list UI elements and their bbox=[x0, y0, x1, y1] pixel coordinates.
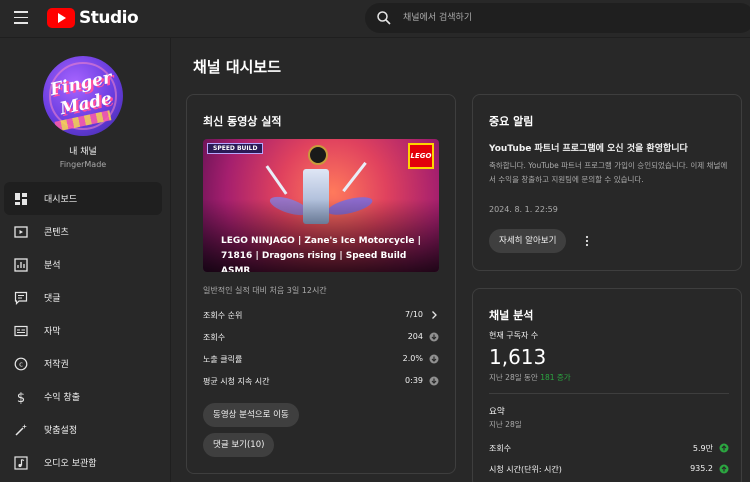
summary-row-name: 시청 시간(단위: 시간) bbox=[489, 465, 562, 474]
sidebar-item-monetization[interactable]: $ 수익 창출 bbox=[4, 380, 162, 413]
stat-name: 조회수 순위 bbox=[203, 311, 243, 320]
change-prefix: 지난 28일 동안 bbox=[489, 373, 538, 382]
stat-value: 204 bbox=[407, 332, 423, 341]
channel-label: 내 채널 bbox=[69, 147, 97, 157]
card-title: 중요 알림 bbox=[489, 115, 534, 128]
channel-name: FingerMade bbox=[59, 160, 107, 169]
notice-headline: YouTube 파트너 프로그램에 오신 것을 환영합니다 bbox=[489, 144, 688, 154]
search-bar bbox=[365, 3, 750, 33]
main-content: 채널 대시보드 최신 동영상 실적 SPEED BUILD LEGO LEGO … bbox=[171, 38, 750, 482]
sword-right bbox=[342, 161, 367, 193]
svg-text:c: c bbox=[19, 360, 23, 368]
notice-date: 2024. 8. 1. 22:59 bbox=[489, 205, 558, 214]
copyright-icon: c bbox=[14, 357, 28, 370]
stat-row[interactable]: 조회수 순위 7/10 bbox=[203, 308, 439, 324]
lego-logo: LEGO bbox=[408, 143, 434, 169]
sidebar: Finger Made 내 채널 FingerMade 대시보드 콘텐츠 분석 … bbox=[0, 38, 171, 482]
sidebar-item-dashboard[interactable]: 대시보드 bbox=[4, 182, 162, 215]
down-arrow-icon bbox=[429, 332, 439, 342]
top-bar: Studio bbox=[0, 0, 750, 38]
important-notice-card: 중요 알림 YouTube 파트너 프로그램에 오신 것을 환영합니다 축하합니… bbox=[472, 94, 742, 271]
video-title[interactable]: LEGO NINJAGO | Zane's Ice Motorcycle | 7… bbox=[221, 234, 431, 272]
logo-text: Studio bbox=[79, 8, 139, 28]
analytics-icon bbox=[14, 257, 28, 272]
ninjago-emblem bbox=[308, 145, 328, 165]
hamburger-menu-icon[interactable] bbox=[14, 11, 28, 25]
dollar-icon: $ bbox=[17, 391, 25, 404]
summary-row-name: 조회수 bbox=[489, 444, 512, 453]
speed-build-badge: SPEED BUILD bbox=[207, 143, 264, 154]
performance-note: 일반적인 실적 대비 처음 3일 12시간 bbox=[203, 286, 327, 295]
youtube-logo-icon bbox=[47, 8, 75, 28]
subscribers-change: 지난 28일 동안 181 증가 bbox=[489, 372, 571, 383]
divider bbox=[489, 393, 729, 394]
sidebar-item-label: 콘텐츠 bbox=[44, 228, 69, 238]
audio-library-icon bbox=[14, 455, 28, 470]
sidebar-item-copyright[interactable]: c 저작권 bbox=[4, 347, 162, 380]
content-icon bbox=[14, 225, 28, 238]
sidebar-item-content[interactable]: 콘텐츠 bbox=[4, 215, 162, 248]
comments-icon bbox=[14, 291, 28, 305]
subtitles-icon bbox=[14, 325, 28, 336]
summary-row-value: 935.2 bbox=[690, 464, 713, 473]
sword-left bbox=[265, 165, 288, 195]
more-vert-icon[interactable] bbox=[583, 235, 591, 247]
notice-body: 축하합니다. YouTube 파트너 프로그램 가입이 승인되었습니다. 이제 … bbox=[489, 161, 728, 184]
studio-logo[interactable]: Studio bbox=[47, 8, 139, 28]
sidebar-item-audio-library[interactable]: 오디오 보관함 bbox=[4, 446, 162, 479]
summary-row-value: 5.9만 bbox=[692, 444, 713, 453]
video-thumbnail[interactable]: SPEED BUILD LEGO LEGO NINJAGO | Zane's I… bbox=[203, 139, 439, 272]
down-arrow-icon bbox=[429, 376, 439, 386]
sidebar-item-label: 댓글 bbox=[44, 294, 61, 304]
sidebar-item-label: 수익 창출 bbox=[44, 393, 80, 403]
change-value: 181 증가 bbox=[540, 373, 571, 382]
card-title: 채널 분석 bbox=[489, 309, 534, 322]
go-to-video-analytics-button[interactable]: 동영상 분석으로 이동 bbox=[203, 403, 299, 427]
summary-row: 시청 시간(단위: 시간) 935.2 bbox=[489, 463, 729, 477]
summary-period: 지난 28일 bbox=[489, 420, 522, 429]
stat-value: 2.0% bbox=[402, 354, 423, 363]
sidebar-item-label: 대시보드 bbox=[44, 195, 78, 205]
sidebar-item-label: 오디오 보관함 bbox=[44, 459, 97, 469]
down-arrow-icon bbox=[429, 354, 439, 364]
latest-video-card: 최신 동영상 실적 SPEED BUILD LEGO LEGO NINJAGO … bbox=[186, 94, 456, 474]
sidebar-item-label: 저작권 bbox=[44, 360, 69, 370]
sidebar-nav: 대시보드 콘텐츠 분석 댓글 자막 c 저작권 $ 수익 창출 맞춤설정 오디오… bbox=[4, 182, 162, 479]
sidebar-item-subtitles[interactable]: 자막 bbox=[4, 314, 162, 347]
card-title: 최신 동영상 실적 bbox=[203, 115, 282, 128]
up-arrow-icon bbox=[719, 443, 729, 453]
stat-value: 0:39 bbox=[405, 376, 423, 385]
learn-more-button[interactable]: 자세히 알아보기 bbox=[489, 229, 567, 253]
sidebar-item-label: 분석 bbox=[44, 261, 61, 271]
stat-name: 조회수 bbox=[203, 333, 226, 342]
chevron-right-icon bbox=[432, 311, 437, 319]
subscribers-label: 현재 구독자 수 bbox=[489, 331, 539, 340]
channel-analytics-card: 채널 분석 현재 구독자 수 1,613 지난 28일 동안 181 증가 요약… bbox=[472, 288, 742, 482]
sidebar-item-analytics[interactable]: 분석 bbox=[4, 248, 162, 281]
stat-row: 조회수 204 bbox=[203, 330, 439, 346]
view-comments-button[interactable]: 댓글 보기(10) bbox=[203, 433, 275, 457]
sidebar-item-label: 자막 bbox=[44, 327, 61, 337]
avatar[interactable]: Finger Made bbox=[43, 56, 123, 136]
sidebar-item-customization[interactable]: 맞춤설정 bbox=[4, 413, 162, 446]
summary-row: 조회수 5.9만 bbox=[489, 442, 729, 456]
up-arrow-icon bbox=[719, 464, 729, 474]
summary-label: 요약 bbox=[489, 407, 505, 417]
page-title: 채널 대시보드 bbox=[193, 58, 282, 76]
sidebar-item-comments[interactable]: 댓글 bbox=[4, 281, 162, 314]
svg-text:$: $ bbox=[17, 391, 25, 404]
sidebar-item-label: 맞춤설정 bbox=[44, 426, 78, 436]
subscribers-count: 1,613 bbox=[489, 345, 547, 369]
stat-name: 평균 시청 지속 시간 bbox=[203, 377, 270, 386]
search-icon[interactable] bbox=[376, 10, 392, 26]
stat-value: 7/10 bbox=[405, 310, 423, 319]
dashboard-icon bbox=[15, 192, 27, 205]
stat-name: 노출 클릭률 bbox=[203, 355, 243, 364]
stat-row: 노출 클릭률 2.0% bbox=[203, 352, 439, 368]
magic-wand-icon bbox=[15, 423, 27, 436]
stat-row: 평균 시청 지속 시간 0:39 bbox=[203, 374, 439, 390]
search-input[interactable] bbox=[403, 9, 703, 27]
